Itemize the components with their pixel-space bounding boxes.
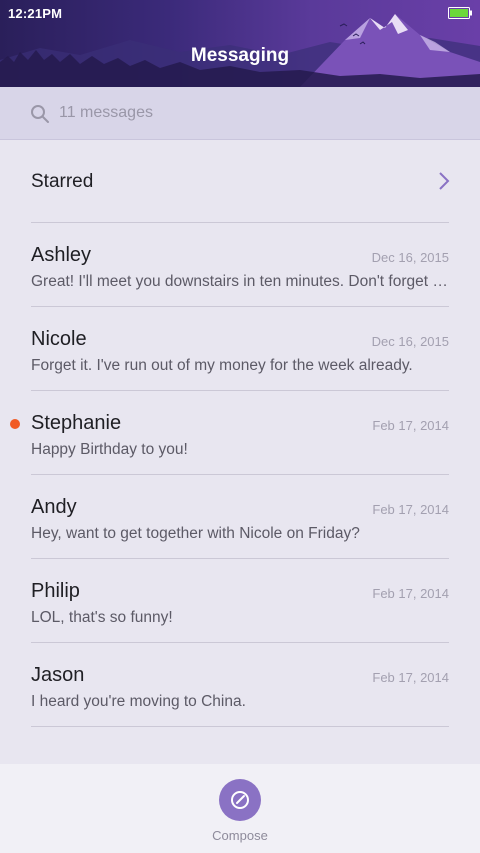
search-input[interactable]: 11 messages — [59, 104, 153, 122]
chevron-right-icon — [439, 172, 450, 190]
compose-label: Compose — [212, 828, 268, 843]
message-sender: Philip — [31, 580, 80, 602]
message-sender: Andy — [31, 496, 77, 518]
page-title: Messaging — [190, 45, 290, 66]
message-date: Feb 17, 2014 — [372, 502, 449, 517]
message-row[interactable]: Ashley Dec 16, 2015 Great! I'll meet you d… — [0, 223, 480, 307]
header: 12:21PM Messaging — [0, 0, 480, 87]
message-row[interactable]: Nicole Dec 16, 2015 Forget it. I've run ou… — [0, 307, 480, 391]
search-icon — [31, 105, 49, 123]
message-preview: Forget it. I've run out of my money for … — [31, 357, 413, 374]
message-sender: Nicole — [31, 328, 87, 350]
message-date: Feb 17, 2014 — [372, 670, 449, 685]
conversation-list: Starred Ashley Dec 16, 2015 Great! I'll me… — [0, 140, 480, 727]
compose-icon — [231, 791, 249, 809]
message-row[interactable]: Andy Feb 17, 2014 Hey, want to get togethe… — [0, 475, 480, 559]
message-sender: Ashley — [31, 244, 92, 266]
message-preview: I heard you're moving to China. — [31, 693, 246, 710]
message-preview: Great! I'll meet you downstairs in ten m… — [31, 273, 449, 290]
starred-row[interactable]: Starred — [0, 140, 480, 223]
message-preview: LOL, that's so funny! — [31, 609, 173, 626]
messages-container: Ashley Dec 16, 2015 Great! I'll meet you d… — [0, 223, 480, 727]
message-date: Dec 16, 2015 — [371, 334, 449, 349]
message-row[interactable]: Jason Feb 17, 2014 I heard you're moving t… — [0, 643, 480, 727]
message-preview: Hey, want to get together with Nicole on… — [31, 525, 360, 542]
divider — [31, 726, 449, 727]
message-row[interactable]: Stephanie Feb 17, 2014 Happy Birthday to y… — [0, 391, 480, 475]
message-sender: Jason — [31, 664, 85, 686]
message-date: Feb 17, 2014 — [372, 418, 449, 433]
message-row[interactable]: Philip Feb 17, 2014 LOL, that's so funny! — [0, 559, 480, 643]
message-date: Dec 16, 2015 — [371, 250, 449, 265]
message-preview: Happy Birthday to you! — [31, 441, 188, 458]
bottom-bar: Compose — [0, 764, 480, 853]
mountain-scene-background — [0, 14, 480, 87]
battery-full-icon — [448, 7, 472, 19]
unread-dot — [10, 419, 20, 429]
status-time: 12:21PM — [8, 6, 63, 21]
compose-button[interactable] — [219, 779, 261, 821]
starred-label: Starred — [31, 171, 94, 192]
message-sender: Stephanie — [31, 412, 122, 434]
search-bar[interactable]: 11 messages — [0, 87, 480, 140]
messaging-screen: 12:21PM Messaging 11 messages Starred As… — [0, 0, 480, 853]
message-date: Feb 17, 2014 — [372, 586, 449, 601]
